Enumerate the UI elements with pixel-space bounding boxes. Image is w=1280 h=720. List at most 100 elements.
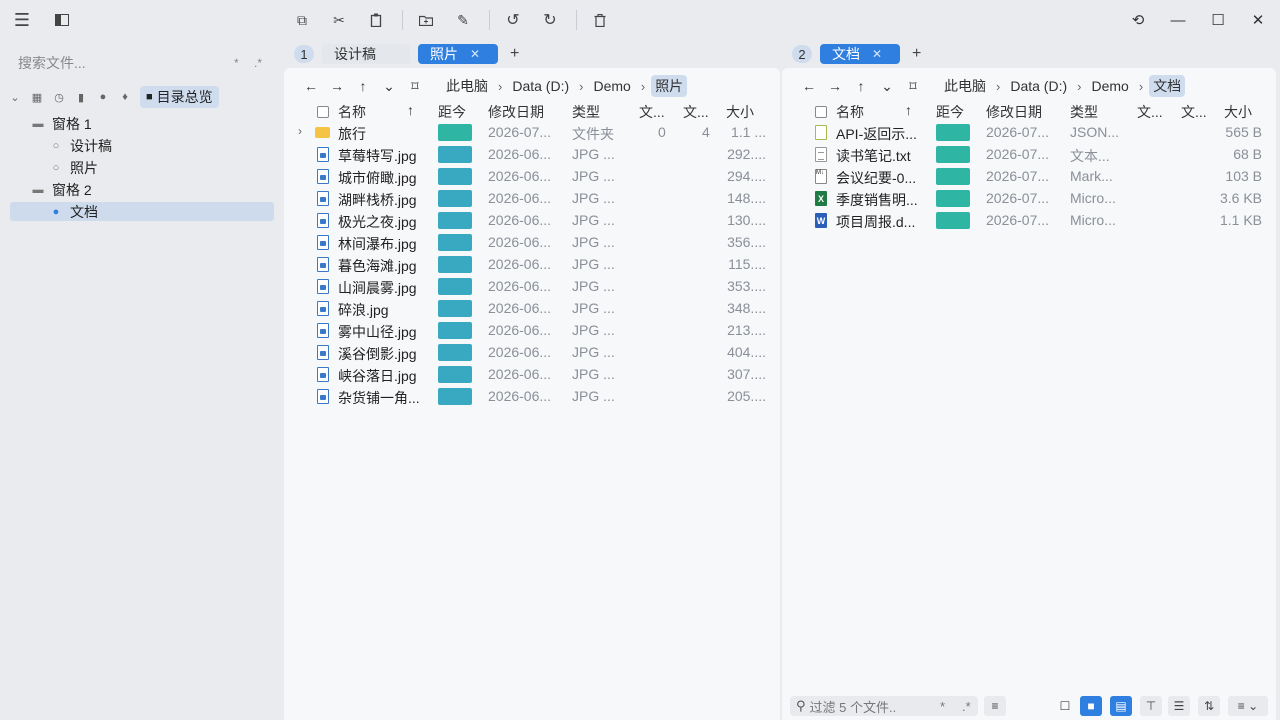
- table-row[interactable]: 山涧晨雾.jpg 2026-06... JPG ... 353....: [284, 276, 780, 298]
- list-options-icon[interactable]: ≡: [984, 696, 1006, 716]
- col-files[interactable]: 文...: [639, 102, 665, 122]
- crumb-pc[interactable]: 此电脑: [442, 76, 492, 96]
- new-folder-icon[interactable]: [414, 8, 438, 32]
- col-files[interactable]: 文...: [1137, 102, 1163, 122]
- chevron-down-icon[interactable]: ⌄: [376, 78, 402, 95]
- delete-icon[interactable]: [588, 8, 612, 32]
- detail-view-icon[interactable]: ▤: [1110, 696, 1132, 716]
- pin-icon[interactable]: ♦: [118, 91, 132, 103]
- sidebar-search-input[interactable]: 搜索文件... * .*: [8, 50, 276, 76]
- hamburger-icon[interactable]: ☰: [10, 8, 34, 32]
- table-row[interactable]: X 季度销售明... 2026-07... Micro... 3.6 KB: [782, 188, 1276, 210]
- rename-icon[interactable]: ✎: [451, 8, 475, 32]
- table-row[interactable]: 暮色海滩.jpg 2026-06... JPG ... 115....: [284, 254, 780, 276]
- add-tab-icon[interactable]: +: [510, 45, 519, 63]
- crumb-demo[interactable]: Demo: [589, 78, 634, 94]
- forward-icon[interactable]: →: [324, 78, 350, 94]
- select-box-icon[interactable]: ☐: [1054, 696, 1076, 716]
- filter-input[interactable]: ⚲ 过滤 5 个文件.. * .*: [790, 696, 978, 716]
- sort-asc-icon[interactable]: ↑: [407, 102, 414, 118]
- up-icon[interactable]: ↑: [350, 78, 376, 94]
- table-row[interactable]: › 旅行 2026-07... 文件夹 0 4 1.1 ...: [284, 122, 780, 144]
- table-row[interactable]: 极光之夜.jpg 2026-06... JPG ... 130....: [284, 210, 780, 232]
- compact-view-icon[interactable]: ☰: [1168, 696, 1190, 716]
- col-modified[interactable]: 修改日期: [986, 102, 1042, 122]
- copy-icon[interactable]: ⧉: [290, 8, 314, 32]
- maximize-icon[interactable]: ☐: [1206, 8, 1230, 32]
- table-row[interactable]: 峡谷落日.jpg 2026-06... JPG ... 307....: [284, 364, 780, 386]
- sidebar-toggle-icon[interactable]: [50, 8, 74, 32]
- crumb-current[interactable]: 文档: [1149, 75, 1186, 97]
- bookmark-icon[interactable]: ⌑: [402, 78, 428, 95]
- table-row[interactable]: 湖畔栈桥.jpg 2026-06... JPG ... 148....: [284, 188, 780, 210]
- table-row[interactable]: 林间瀑布.jpg 2026-06... JPG ... 356....: [284, 232, 780, 254]
- tree-item-photos[interactable]: ○ 照片: [10, 158, 274, 177]
- add-tab-icon[interactable]: +: [912, 45, 921, 63]
- crumb-current[interactable]: 照片: [651, 75, 688, 97]
- tree-item-pane2[interactable]: ▬ 窗格 2: [10, 180, 274, 199]
- history-icon[interactable]: ⟲: [1126, 8, 1150, 32]
- minimize-icon[interactable]: —: [1166, 8, 1190, 32]
- table-row[interactable]: M↓ 会议纪要-0... 2026-07... Mark... 103 B: [782, 166, 1276, 188]
- table-row[interactable]: 碎浪.jpg 2026-06... JPG ... 348....: [284, 298, 780, 320]
- group-icon[interactable]: ⊤: [1140, 696, 1162, 716]
- table-row[interactable]: 杂货铺一角... 2026-06... JPG ... 205....: [284, 386, 780, 408]
- sort-icon[interactable]: ⇅: [1198, 696, 1220, 716]
- regex-toggle[interactable]: .*: [254, 56, 262, 70]
- redo-icon[interactable]: ↻: [538, 8, 562, 32]
- table-row[interactable]: 城市俯瞰.jpg 2026-06... JPG ... 294....: [284, 166, 780, 188]
- paste-icon[interactable]: [364, 8, 388, 32]
- back-icon[interactable]: ←: [298, 78, 324, 94]
- close-window-icon[interactable]: ✕: [1246, 8, 1270, 32]
- chevron-down-icon[interactable]: ⌄: [8, 91, 22, 104]
- col-age[interactable]: 距今: [438, 102, 466, 122]
- bookmark-icon[interactable]: ▮: [74, 91, 88, 104]
- col-name[interactable]: 名称: [836, 102, 864, 122]
- tab-design[interactable]: 设计稿: [322, 44, 410, 64]
- crumb-drive[interactable]: Data (D:): [508, 78, 573, 94]
- chevron-right-icon[interactable]: ›: [298, 124, 302, 138]
- col-name[interactable]: 名称: [338, 102, 366, 122]
- tree-item-pane1[interactable]: ▬ 窗格 1: [10, 114, 274, 133]
- close-icon[interactable]: ✕: [872, 47, 882, 61]
- select-all-checkbox[interactable]: [815, 106, 827, 118]
- crumb-drive[interactable]: Data (D:): [1006, 78, 1071, 94]
- forward-icon[interactable]: →: [822, 78, 848, 94]
- wildcard-toggle[interactable]: *: [234, 56, 239, 70]
- table-row[interactable]: 溪谷倒影.jpg 2026-06... JPG ... 404....: [284, 342, 780, 364]
- wildcard-toggle[interactable]: *: [940, 699, 945, 714]
- tag-icon[interactable]: ●: [96, 91, 110, 103]
- crumb-pc[interactable]: 此电脑: [940, 76, 990, 96]
- col-modified[interactable]: 修改日期: [488, 102, 544, 122]
- regex-toggle[interactable]: .*: [962, 699, 971, 714]
- bookmark-icon[interactable]: ⌑: [900, 78, 926, 95]
- col-folders[interactable]: 文...: [1181, 102, 1207, 122]
- tree-item-docs[interactable]: ● 文档: [10, 202, 274, 221]
- clock-icon[interactable]: ◷: [52, 91, 66, 104]
- menu-dropdown-icon[interactable]: ≡ ⌄: [1228, 696, 1268, 716]
- overview-tab[interactable]: ■ 目录总览: [140, 86, 219, 108]
- folder-view-icon[interactable]: ■: [1080, 696, 1102, 716]
- up-icon[interactable]: ↑: [848, 78, 874, 94]
- table-row[interactable]: API-返回示... 2026-07... JSON... 565 B: [782, 122, 1276, 144]
- select-all-checkbox[interactable]: [317, 106, 329, 118]
- col-size[interactable]: 大小: [1224, 102, 1252, 122]
- table-row[interactable]: 读书笔记.txt 2026-07... 文本... 68 B: [782, 144, 1276, 166]
- back-icon[interactable]: ←: [796, 78, 822, 94]
- close-icon[interactable]: ✕: [470, 47, 480, 61]
- col-age[interactable]: 距今: [936, 102, 964, 122]
- tab-docs[interactable]: 文档 ✕: [820, 44, 900, 64]
- tree-item-design[interactable]: ○ 设计稿: [10, 136, 274, 155]
- col-type[interactable]: 类型: [572, 102, 600, 122]
- table-row[interactable]: W 项目周报.d... 2026-07... Micro... 1.1 KB: [782, 210, 1276, 232]
- col-folders[interactable]: 文...: [683, 102, 709, 122]
- table-row[interactable]: 草莓特写.jpg 2026-06... JPG ... 292....: [284, 144, 780, 166]
- tab-photos[interactable]: 照片 ✕: [418, 44, 498, 64]
- crumb-demo[interactable]: Demo: [1087, 78, 1132, 94]
- cut-icon[interactable]: ✂: [327, 8, 351, 32]
- table-row[interactable]: 雾中山径.jpg 2026-06... JPG ... 213....: [284, 320, 780, 342]
- grid-icon[interactable]: ▦: [30, 91, 44, 104]
- col-type[interactable]: 类型: [1070, 102, 1098, 122]
- undo-icon[interactable]: ↺: [501, 8, 525, 32]
- sort-asc-icon[interactable]: ↑: [905, 102, 912, 118]
